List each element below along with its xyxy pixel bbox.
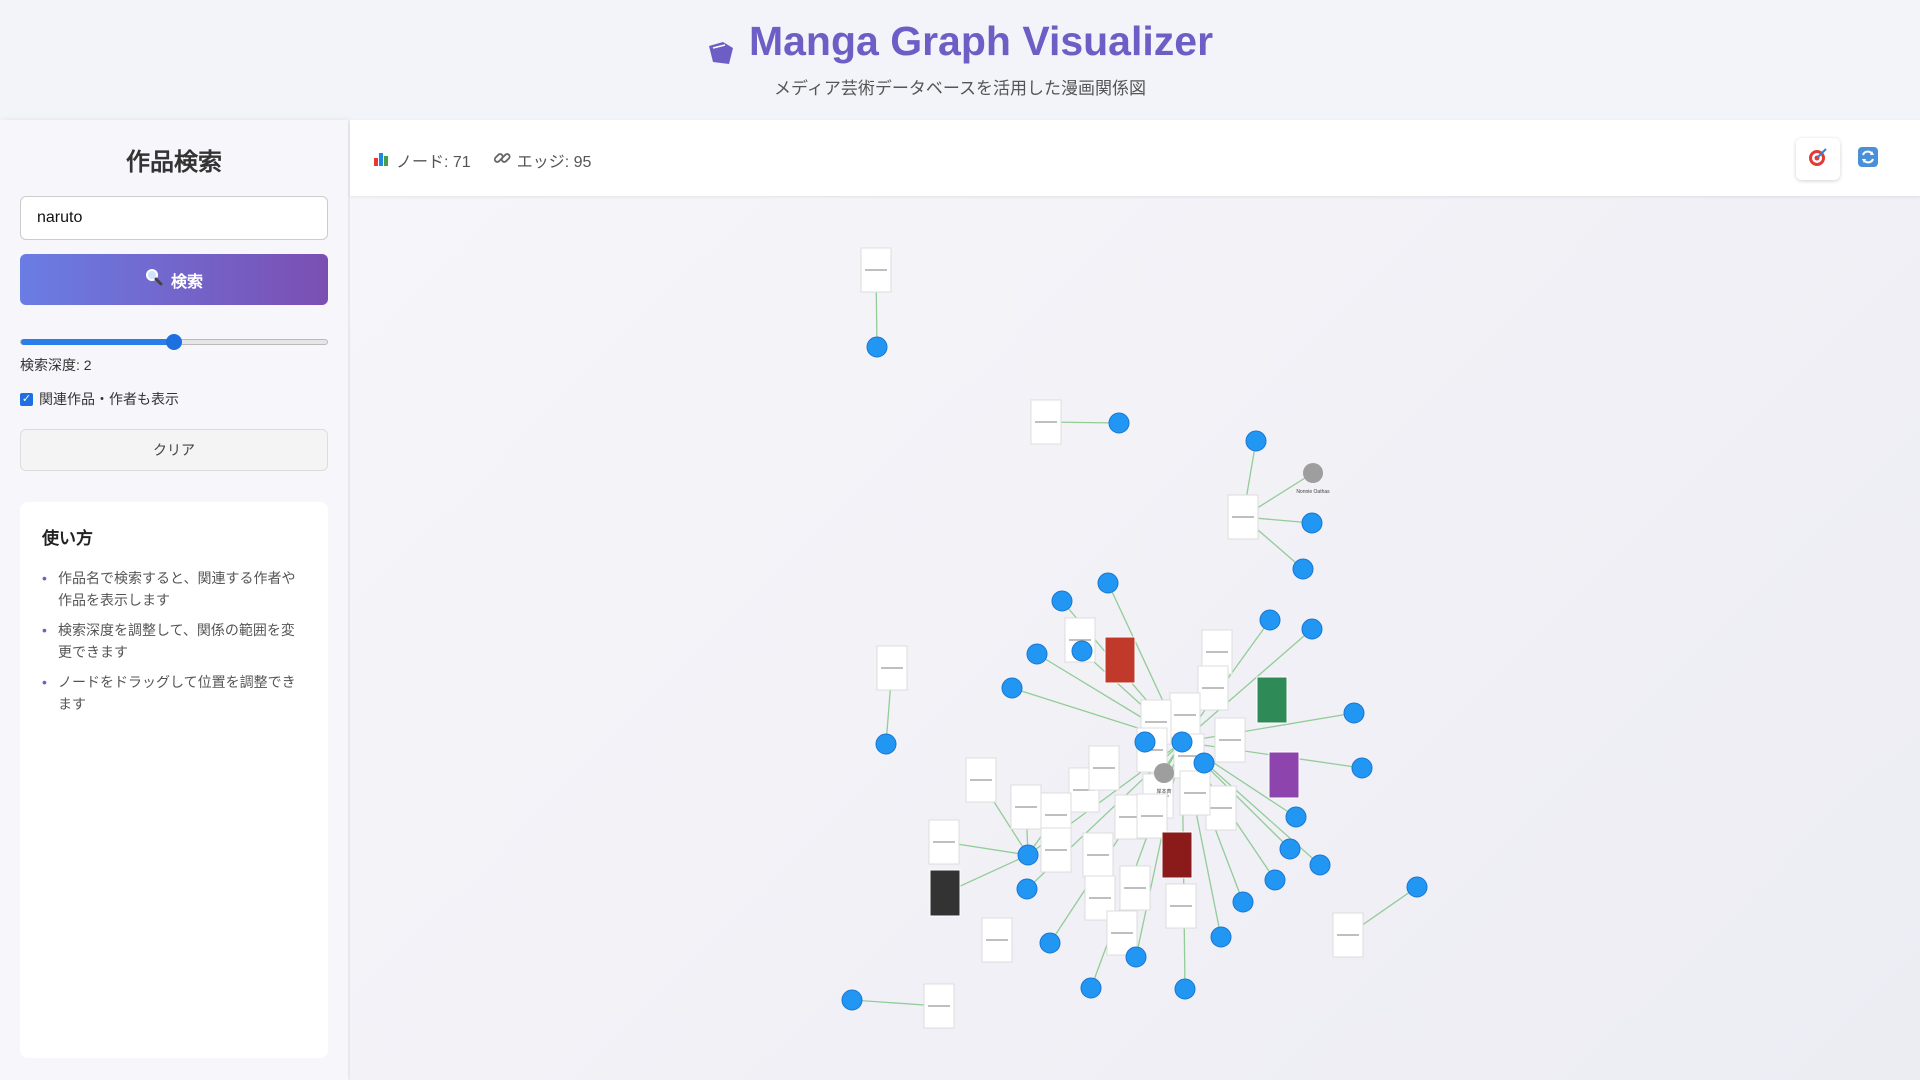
work-node[interactable] xyxy=(866,336,888,358)
work-node[interactable] xyxy=(1259,609,1281,631)
poster-card[interactable] xyxy=(1256,676,1288,724)
work-node[interactable] xyxy=(1285,806,1307,828)
help-panel: 使い方 作品名で検索すると、関連する作者や作品を表示します 検索深度を調整して、… xyxy=(20,502,328,1058)
refresh-icon xyxy=(1857,146,1879,173)
poster-card[interactable] xyxy=(1161,831,1193,879)
depth-slider-fill xyxy=(21,339,174,345)
help-title: 使い方 xyxy=(42,529,93,548)
page-title-text: Manga Graph Visualizer xyxy=(748,18,1214,64)
relationship-graph[interactable]: Nonnie Oathas 岸本斉 xyxy=(350,196,1920,1080)
work-node[interactable] xyxy=(1001,677,1023,699)
bar-chart-icon xyxy=(372,149,390,172)
work-node[interactable] xyxy=(1026,643,1048,665)
depth-slider[interactable] xyxy=(20,334,328,350)
work-node[interactable] xyxy=(1301,618,1323,640)
work-node[interactable] xyxy=(1134,731,1156,753)
work-node[interactable] xyxy=(1071,640,1093,662)
author-node[interactable] xyxy=(1303,463,1323,483)
work-node[interactable] xyxy=(1264,869,1286,891)
graph-stats: ノード: 71 エッジ: 95 xyxy=(372,148,591,172)
depth-slider-thumb[interactable] xyxy=(166,334,182,350)
book-icon xyxy=(707,29,735,64)
work-node[interactable] xyxy=(1108,412,1130,434)
related-checkbox[interactable]: ✓ xyxy=(20,392,33,406)
work-node[interactable] xyxy=(1174,978,1196,1000)
edge-count-label: エッジ: 95 xyxy=(516,154,592,171)
poster-card[interactable] xyxy=(1104,636,1136,684)
help-item: ノードをドラッグして位置を調整できます xyxy=(42,671,306,715)
page-subtitle: メディア芸術データベースを活用した漫画関係図 xyxy=(774,79,1146,98)
related-checkbox-label: 関連作品・作者も表示 xyxy=(39,391,179,407)
author-label[interactable]: 岸本斉 xyxy=(1156,788,1171,795)
work-node[interactable] xyxy=(875,733,897,755)
help-list: 作品名で検索すると、関連する作者や作品を表示します 検索深度を調整して、関係の範… xyxy=(42,567,306,715)
link-icon xyxy=(493,149,511,172)
work-node[interactable] xyxy=(841,989,863,1011)
help-item: 作品名で検索すると、関連する作者や作品を表示します xyxy=(42,567,306,611)
center-view-button[interactable] xyxy=(1796,138,1840,180)
poster-card[interactable] xyxy=(1268,751,1300,799)
node-count: ノード: 71 xyxy=(372,148,471,172)
page-title: Manga Graph Visualizer xyxy=(0,18,1920,65)
clear-button[interactable]: クリア xyxy=(20,429,328,471)
search-button-label: 検索 xyxy=(170,273,203,291)
graph-area: ノード: 71 エッジ: 95 Nonnie Oathas 岸本斉 xyxy=(350,120,1920,1080)
work-node[interactable] xyxy=(1016,878,1038,900)
edge-count: エッジ: 95 xyxy=(493,148,592,172)
target-icon xyxy=(1807,146,1829,173)
work-node[interactable] xyxy=(1193,752,1215,774)
search-button[interactable]: 検索 xyxy=(20,254,328,305)
work-node[interactable] xyxy=(1232,891,1254,913)
author-node[interactable] xyxy=(1154,763,1174,783)
work-node[interactable] xyxy=(1080,977,1102,999)
depth-label: 検索深度: 2 xyxy=(20,357,92,373)
magnifier-icon xyxy=(145,268,163,291)
work-node[interactable] xyxy=(1309,854,1331,876)
work-node[interactable] xyxy=(1171,731,1193,753)
work-node[interactable] xyxy=(1051,590,1073,612)
work-node[interactable] xyxy=(1210,926,1232,948)
author-label[interactable]: Nonnie Oathas xyxy=(1296,489,1330,495)
graph-toolbar: ノード: 71 エッジ: 95 xyxy=(350,120,1920,196)
work-node[interactable] xyxy=(1351,757,1373,779)
search-heading: 作品検索 xyxy=(126,149,222,176)
work-node[interactable] xyxy=(1245,430,1267,452)
node-count-label: ノード: 71 xyxy=(396,154,471,171)
app-header: Manga Graph Visualizer メディア芸術データベースを活用した… xyxy=(0,0,1920,118)
work-node[interactable] xyxy=(1406,876,1428,898)
work-node[interactable] xyxy=(1125,946,1147,968)
related-checkbox-row[interactable]: ✓ 関連作品・作者も表示 xyxy=(20,389,179,409)
work-node[interactable] xyxy=(1292,558,1314,580)
work-node[interactable] xyxy=(1039,932,1061,954)
work-node[interactable] xyxy=(1279,838,1301,860)
help-item: 検索深度を調整して、関係の範囲を変更できます xyxy=(42,619,306,663)
work-node[interactable] xyxy=(1017,844,1039,866)
work-node[interactable] xyxy=(1343,702,1365,724)
work-node[interactable] xyxy=(1097,572,1119,594)
refresh-button[interactable] xyxy=(1846,138,1890,180)
search-input[interactable] xyxy=(20,196,328,240)
work-node[interactable] xyxy=(1301,512,1323,534)
poster-card[interactable] xyxy=(929,869,961,917)
